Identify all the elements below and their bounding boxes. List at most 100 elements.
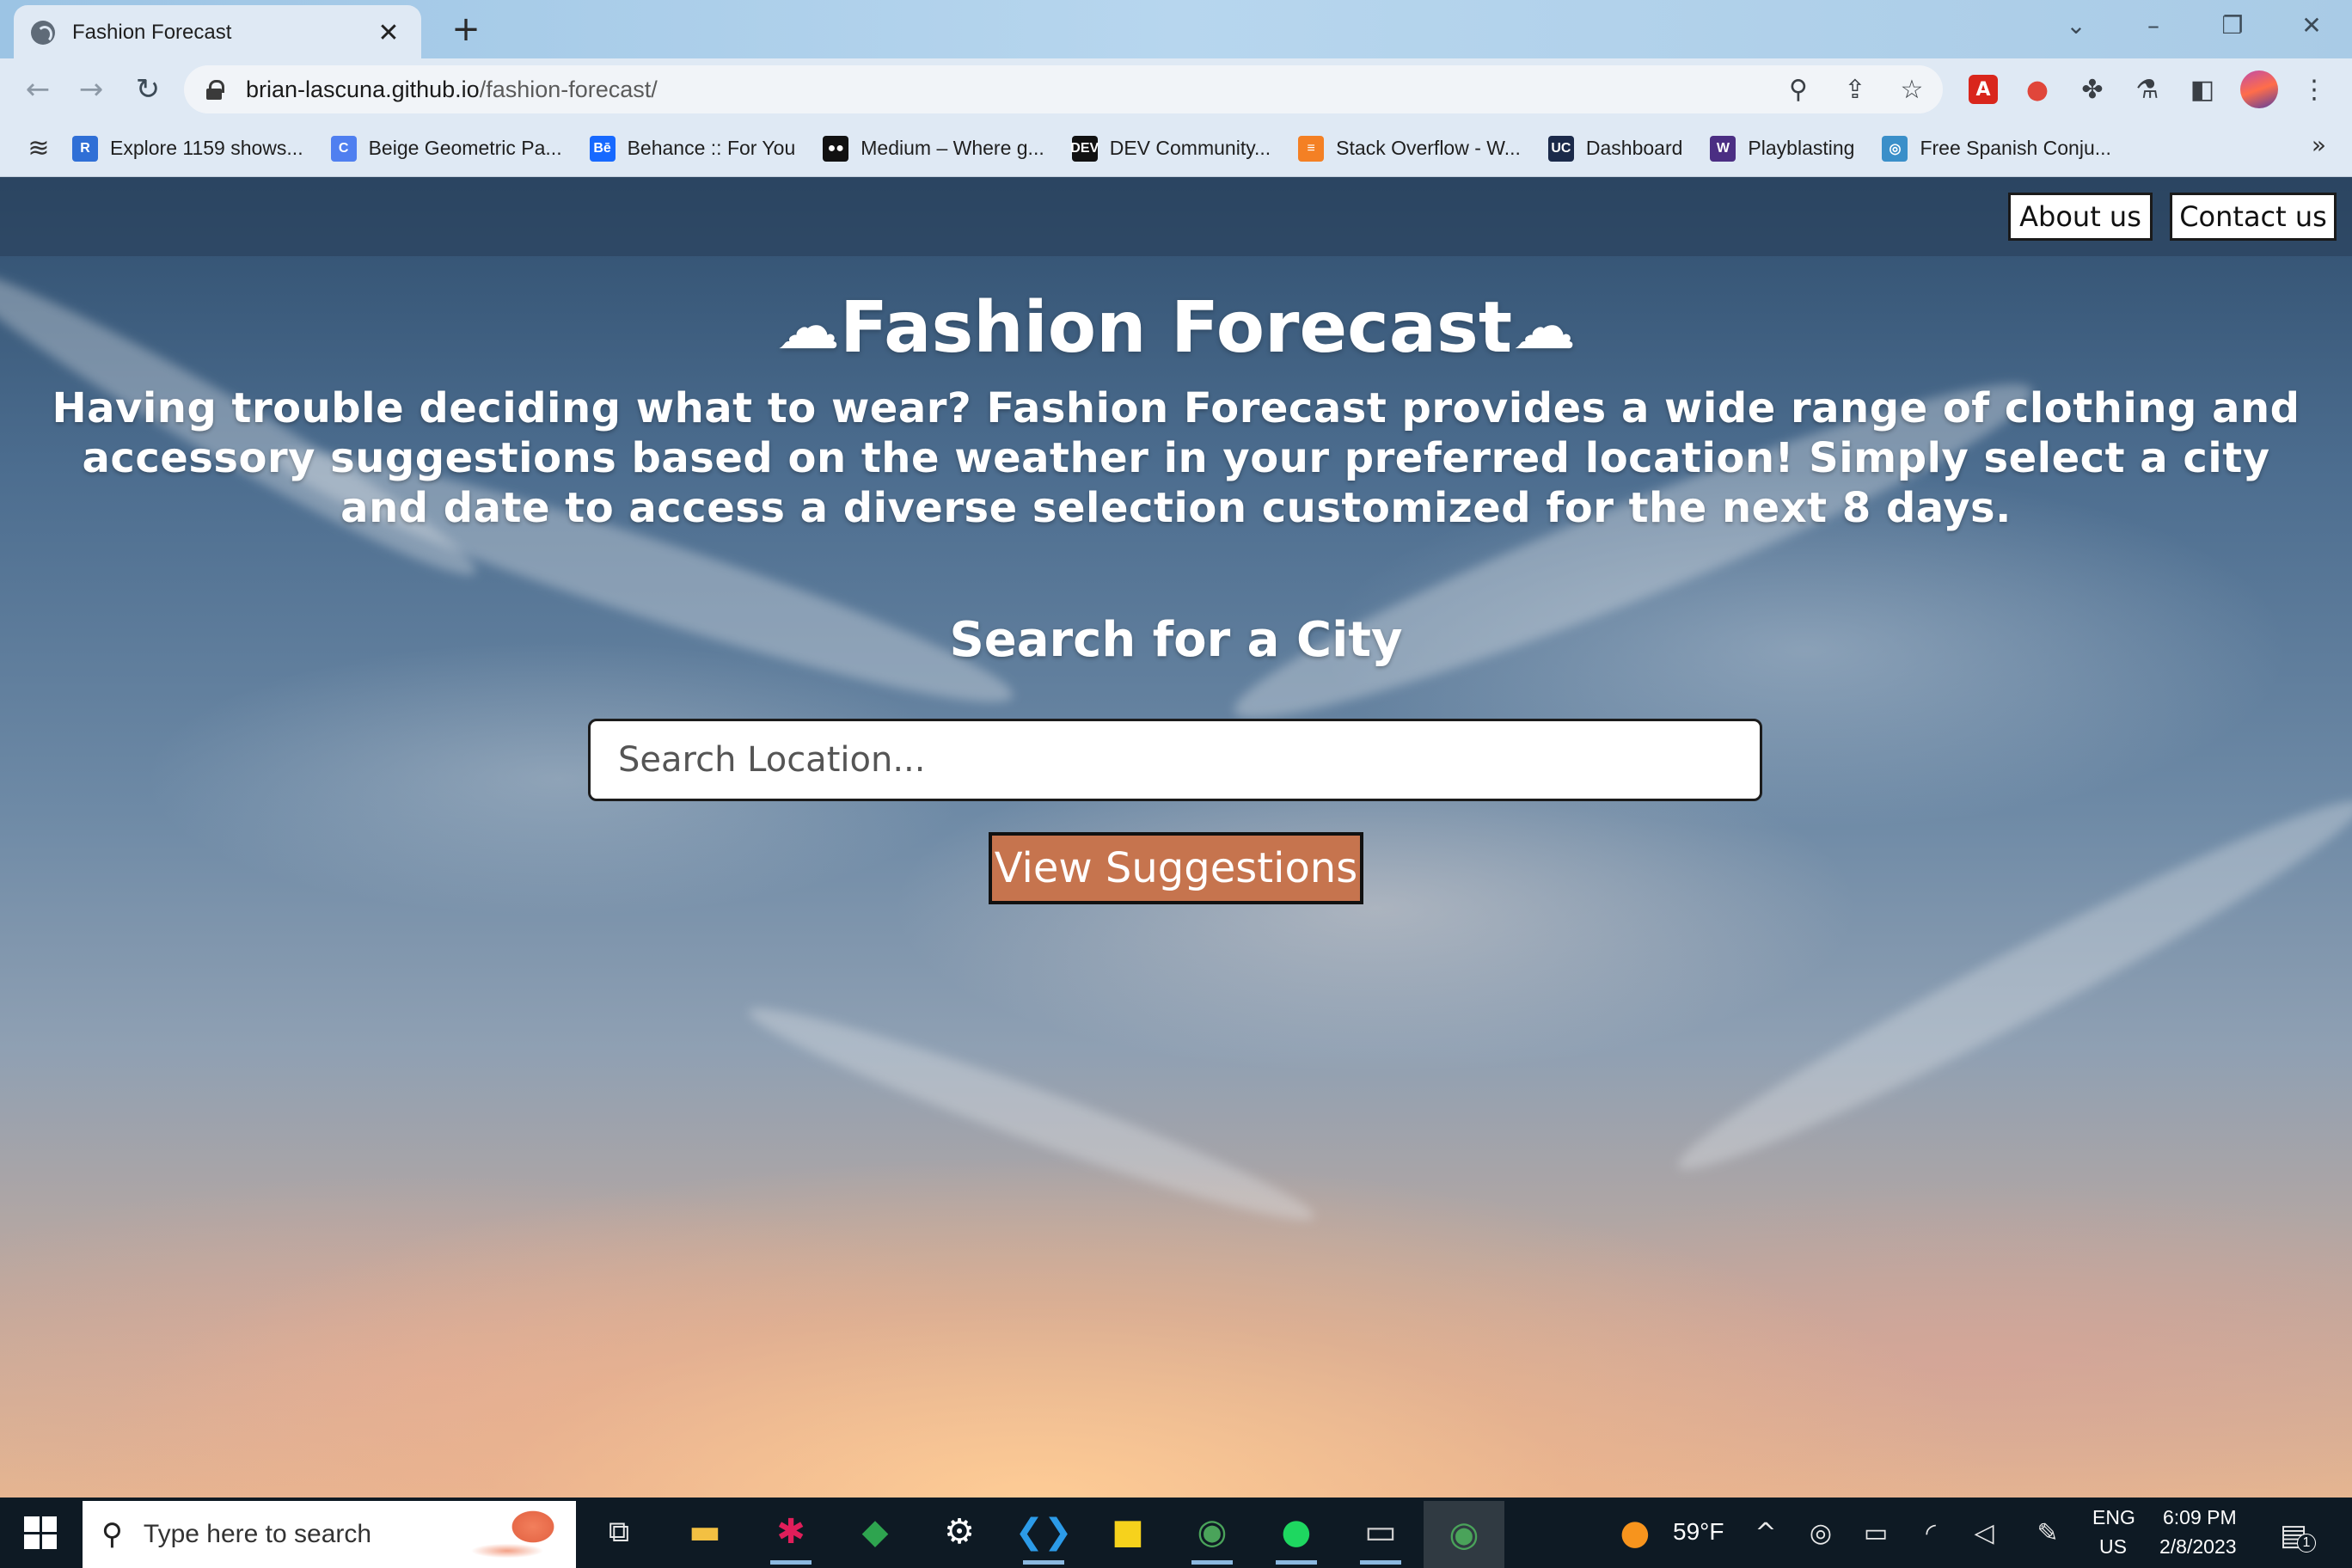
- volume-icon[interactable]: ◁: [1969, 1518, 2000, 1548]
- url-host: brian-lascuna.github.io: [246, 76, 480, 102]
- bookmark-favicon-icon: Bē: [589, 135, 616, 162]
- bookmark-label: Medium – Where g...: [861, 137, 1044, 159]
- bookmark-item[interactable]: DEV DEV Community...: [1070, 135, 1271, 162]
- bookmark-item[interactable]: R Explore 1159 shows...: [72, 135, 303, 162]
- bookmark-favicon-icon: R: [72, 135, 98, 162]
- task-view-icon[interactable]: ⧉: [595, 1508, 643, 1556]
- search-highlight-illustration: [456, 1503, 573, 1566]
- page-header: [0, 177, 2352, 256]
- bookmark-item[interactable]: ≡ Stack Overflow - W...: [1298, 135, 1521, 162]
- close-window-button[interactable]: ✕: [2282, 5, 2342, 46]
- bookmark-favicon-icon: ●●: [823, 135, 849, 162]
- location-pin-icon[interactable]: ⚲: [1785, 75, 1812, 105]
- taskbar-search-placeholder: Type here to search: [143, 1520, 372, 1548]
- profile-avatar[interactable]: [2240, 70, 2278, 108]
- lock-icon[interactable]: [206, 80, 224, 100]
- bookmark-item[interactable]: UC Dashboard: [1547, 135, 1682, 162]
- tab-search-icon[interactable]: ⌄: [2046, 5, 2106, 46]
- adobe-acrobat-icon[interactable]: A: [1969, 75, 1998, 104]
- sticky-notes-icon[interactable]: ■: [1104, 1508, 1152, 1556]
- bookmarks-bar: ≋ R Explore 1159 shows... C Beige Geometric…: [0, 120, 2352, 177]
- view-suggestions-button[interactable]: View Suggestions: [989, 832, 1363, 904]
- tab-title: Fashion Forecast: [72, 21, 232, 44]
- cloud-icon: ☁: [775, 290, 840, 364]
- contact-us-link[interactable]: Contact us: [2170, 193, 2337, 241]
- screen-recorder-icon[interactable]: ●: [2020, 72, 2055, 107]
- about-us-link[interactable]: About us: [2008, 193, 2153, 241]
- notification-count-badge: 1: [2297, 1534, 2316, 1553]
- extensions-puzzle-icon[interactable]: ✤: [2075, 72, 2110, 107]
- search-input[interactable]: [588, 719, 1762, 801]
- forward-icon[interactable]: →: [72, 70, 110, 108]
- cloud-streak: [739, 987, 1324, 1241]
- taskbar-search-box[interactable]: ⚲ Type here to search: [83, 1501, 576, 1568]
- meet-now-icon[interactable]: ◎: [1805, 1518, 1836, 1548]
- bookmark-favicon-icon: ≡: [1298, 135, 1325, 162]
- bookmark-item[interactable]: Bē Behance :: For You: [589, 135, 796, 162]
- bookmark-label: Free Spanish Conju...: [1920, 137, 2111, 159]
- new-tab-button[interactable]: +: [447, 10, 485, 48]
- bookmark-item[interactable]: ◎ Free Spanish Conju...: [1882, 135, 2111, 162]
- browser-toolbar: ← → ↻ brian-lascuna.github.io/fashion-fo…: [0, 58, 2352, 120]
- tab-strip: Fashion Forecast ✕ + ⌄ – ❐ ✕: [0, 0, 2352, 60]
- back-icon[interactable]: ←: [19, 70, 57, 108]
- region-label[interactable]: US: [2099, 1535, 2127, 1559]
- menu-kebab-icon[interactable]: ⋮: [2297, 72, 2331, 107]
- page-title-text: Fashion Forecast: [839, 287, 1513, 369]
- wifi-icon[interactable]: ◜: [1915, 1518, 1946, 1548]
- taskbar: ⚲ Type here to search ⧉ ▬ ✱ ◆ ⚙ ❮❯ ■ ◉ ●…: [0, 1498, 2352, 1568]
- page-viewport: About us Contact us ☁Fashion Forecast☁ H…: [0, 177, 2352, 1498]
- weather-temperature[interactable]: 59°F: [1673, 1518, 1724, 1546]
- bookmark-label: Playblasting: [1748, 137, 1855, 159]
- globe-icon: [31, 21, 55, 45]
- apps-icon[interactable]: ≋: [24, 133, 53, 163]
- weather-sun-icon[interactable]: ●: [1620, 1513, 1651, 1553]
- pen-icon[interactable]: ✎: [2032, 1518, 2063, 1548]
- bookmark-label: DEV Community...: [1109, 137, 1271, 159]
- side-panel-icon[interactable]: ◧: [2185, 72, 2220, 107]
- clock-time[interactable]: 6:09 PM: [2163, 1506, 2237, 1529]
- reload-icon[interactable]: ↻: [129, 70, 167, 108]
- bookmark-item[interactable]: ●● Medium – Where g...: [823, 135, 1044, 162]
- file-explorer-icon[interactable]: ▬: [681, 1508, 729, 1556]
- minimize-button[interactable]: –: [2123, 5, 2184, 46]
- slack-icon[interactable]: ✱: [767, 1508, 815, 1565]
- clock-date[interactable]: 2/8/2023: [2159, 1535, 2237, 1559]
- close-tab-icon[interactable]: ✕: [373, 18, 404, 48]
- restore-button[interactable]: ❐: [2202, 5, 2263, 46]
- bookmark-label: Explore 1159 shows...: [110, 137, 303, 159]
- share-icon[interactable]: ⇪: [1841, 75, 1869, 105]
- bookmark-label: Stack Overflow - W...: [1336, 137, 1521, 159]
- spotify-icon[interactable]: ●: [1272, 1508, 1320, 1565]
- language-label[interactable]: ENG: [2092, 1506, 2135, 1529]
- terminal-icon[interactable]: ▭: [1357, 1508, 1405, 1565]
- gitkraken-icon[interactable]: ◆: [851, 1508, 899, 1556]
- vscode-icon[interactable]: ❮❯: [1014, 1508, 1073, 1565]
- search-icon: ⚲: [101, 1517, 123, 1552]
- tab-fashion-forecast[interactable]: Fashion Forecast ✕: [14, 5, 421, 60]
- bookmark-item[interactable]: W Playblasting: [1710, 135, 1855, 162]
- search-heading: Search for a City: [949, 612, 1403, 668]
- more-bookmarks-icon[interactable]: »: [2312, 131, 2326, 159]
- bookmark-favicon-icon: UC: [1547, 135, 1574, 162]
- windows-start-icon[interactable]: [24, 1516, 57, 1549]
- battery-icon[interactable]: ▭: [1860, 1518, 1891, 1548]
- bookmark-favicon-icon: DEV: [1070, 135, 1099, 162]
- chrome-dev-icon[interactable]: ◉: [1424, 1501, 1504, 1568]
- page-title: ☁Fashion Forecast☁: [0, 287, 2352, 369]
- url-path: /fashion-forecast/: [479, 76, 658, 102]
- bookmark-favicon-icon: W: [1710, 135, 1736, 162]
- page-description: Having trouble deciding what to wear? Fa…: [52, 384, 2300, 532]
- bookmark-label: Beige Geometric Pa...: [368, 137, 562, 159]
- bookmark-favicon-icon: C: [330, 135, 357, 162]
- cloud-streak: [1662, 773, 2352, 1197]
- settings-gear-icon[interactable]: ⚙: [935, 1508, 983, 1556]
- bookmark-label: Behance :: For You: [627, 137, 796, 159]
- show-hidden-icons-chevron-icon[interactable]: ^: [1750, 1518, 1781, 1548]
- bookmark-item[interactable]: C Beige Geometric Pa...: [330, 135, 562, 162]
- bookmark-star-icon[interactable]: ☆: [1898, 75, 1926, 105]
- cloud-icon: ☁: [1512, 290, 1577, 364]
- labs-flask-icon[interactable]: ⚗: [2130, 72, 2165, 107]
- address-bar[interactable]: brian-lascuna.github.io/fashion-forecast…: [184, 65, 1943, 113]
- chrome-icon[interactable]: ◉: [1188, 1508, 1236, 1565]
